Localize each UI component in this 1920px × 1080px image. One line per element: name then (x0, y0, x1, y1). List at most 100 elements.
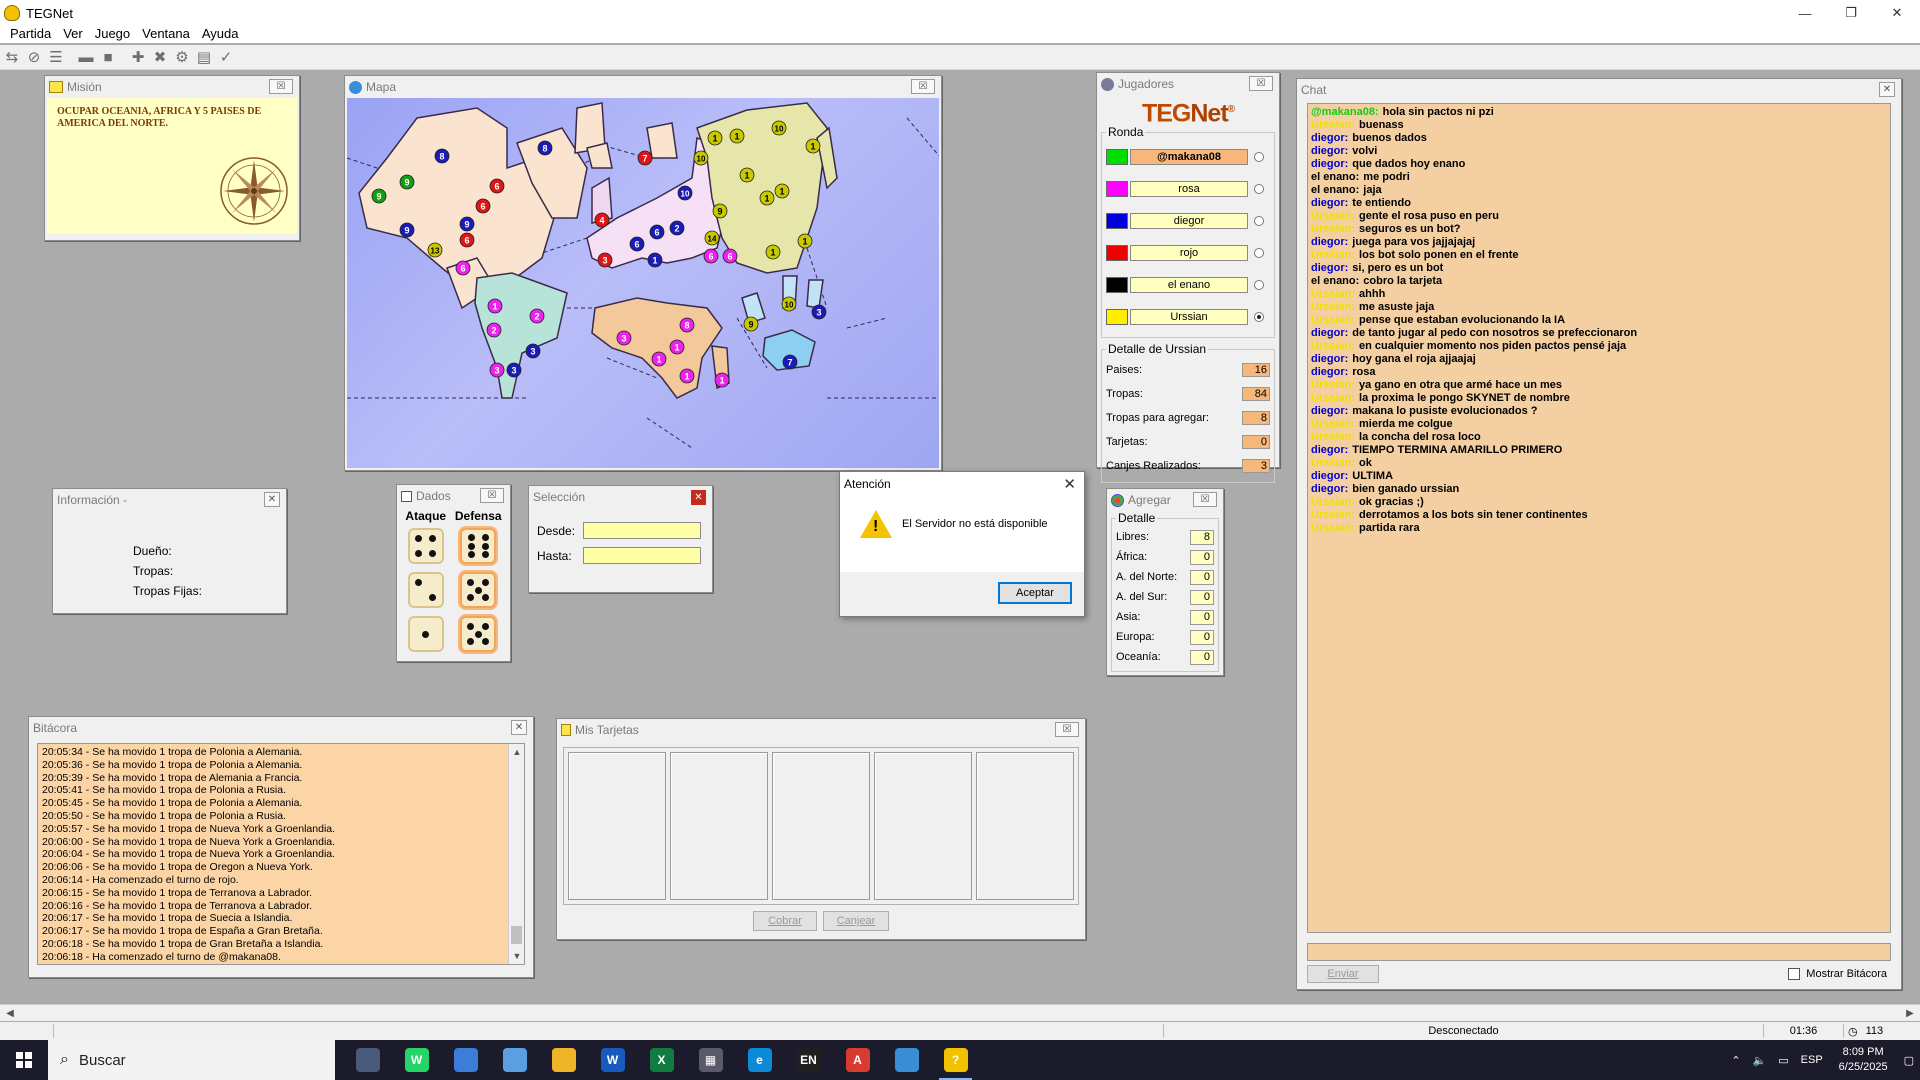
taskbar-app[interactable] (539, 1040, 588, 1080)
chat-input[interactable] (1307, 943, 1891, 961)
list-icon[interactable]: ☰ (46, 47, 66, 67)
dice-title-bar: Dados ☒ (397, 485, 510, 507)
panel2-icon[interactable]: ■ (98, 47, 118, 67)
players-window: Jugadores ☒ TEGNet® Ronda @makana08 rosa d… (1096, 72, 1280, 483)
to-field[interactable] (583, 547, 701, 564)
taskbar-search[interactable]: ⌕ Buscar (48, 1040, 335, 1080)
agregar-close-button[interactable]: ☒ (1193, 492, 1217, 507)
chat-text: buenass (1359, 119, 1404, 131)
army-count: 7 (787, 358, 792, 368)
card-slot-1[interactable] (568, 752, 666, 900)
card-slot-4[interactable] (874, 752, 972, 900)
from-field[interactable] (583, 522, 701, 539)
cards-close-button[interactable]: ☒ (1055, 722, 1079, 737)
player-radio[interactable] (1254, 280, 1264, 290)
start-button[interactable] (0, 1040, 48, 1080)
menu-ventana[interactable]: Ventana (136, 26, 196, 41)
chat-message: Urssian: gente el rosa puso en peru (1311, 210, 1887, 223)
player-radio[interactable] (1254, 248, 1264, 258)
dialog-close-button[interactable]: ✕ (1063, 475, 1076, 493)
main-horizontal-scrollbar[interactable]: ◀ ▶ (0, 1004, 1920, 1021)
chat-text: makana lo pusiste evolucionados ? (1352, 405, 1538, 417)
map-close-button[interactable]: ☒ (911, 79, 935, 94)
scroll-left[interactable]: ◀ (2, 1005, 18, 1022)
army-count: 6 (494, 182, 499, 192)
scroll-right[interactable]: ▶ (1902, 1005, 1918, 1022)
player-radio[interactable] (1254, 216, 1264, 226)
taskbar-app[interactable]: X (637, 1040, 686, 1080)
check-icon[interactable]: ✓ (216, 47, 236, 67)
attack-column: Ataque (405, 509, 446, 657)
cobrar-button[interactable]: Cobrar (753, 911, 817, 931)
card-slot-3[interactable] (772, 752, 870, 900)
log-line: 20:06:15 - Se ha movido 1 tropa de Terra… (42, 886, 313, 899)
world-map[interactable]: 8 8 6 7 9 9 6 6 9 9 13 6 4 3 10 6 6 2 1 6 6 14 1 1 10 10 1 1 1 9 1 1 1 1 2… (347, 98, 939, 468)
log-scrollbar[interactable]: ▲ ▼ (508, 744, 524, 964)
info-close-button[interactable]: ✕ (264, 492, 280, 507)
show-log-toggle[interactable]: Mostrar Bitácora (1788, 968, 1887, 980)
log-scroll-thumb[interactable] (511, 926, 522, 944)
taskbar-app[interactable]: e (735, 1040, 784, 1080)
menu-ayuda[interactable]: Ayuda (196, 26, 245, 41)
selection-close-button[interactable]: ✕ (691, 490, 706, 505)
taskbar-app[interactable] (441, 1040, 490, 1080)
cards-title-bar: Mis Tarjetas ☒ (557, 719, 1085, 741)
cancel-icon[interactable]: ✖ (150, 47, 170, 67)
taskbar-app[interactable]: A (833, 1040, 882, 1080)
chat-author: diegor: (1311, 197, 1349, 209)
clock[interactable]: 8:09 PM 6/25/2025 (1839, 1045, 1888, 1075)
disconnect-icon[interactable]: ⊘ (24, 47, 44, 67)
chat-author: diegor: (1311, 132, 1349, 144)
taskbar-app[interactable]: ▦ (686, 1040, 735, 1080)
notifications-icon[interactable]: ▢ (1904, 1054, 1914, 1067)
taskbar-app[interactable] (490, 1040, 539, 1080)
taskbar-app[interactable] (343, 1040, 392, 1080)
card-slot-2[interactable] (670, 752, 768, 900)
add-icon[interactable]: ✚ (128, 47, 148, 67)
taskbar-app[interactable]: W (588, 1040, 637, 1080)
menu-juego[interactable]: Juego (89, 26, 136, 41)
player-radio[interactable] (1254, 312, 1264, 322)
taskbar-app[interactable] (882, 1040, 931, 1080)
menu-ver[interactable]: Ver (57, 26, 89, 41)
language-indicator[interactable]: ESP (1801, 1054, 1823, 1066)
card-slot-5[interactable] (976, 752, 1074, 900)
taskbar-app[interactable]: W (392, 1040, 441, 1080)
connect-icon[interactable]: ⇆ (2, 47, 22, 67)
menu-partida[interactable]: Partida (4, 26, 57, 41)
chat-author: diegor: (1311, 262, 1349, 274)
taskbar-app[interactable]: ? (931, 1040, 980, 1080)
taskbar-app[interactable]: EN (784, 1040, 833, 1080)
mission-close-button[interactable]: ☒ (269, 79, 293, 94)
players-close-button[interactable]: ☒ (1249, 76, 1273, 91)
log-close-button[interactable]: ✕ (511, 720, 527, 735)
card-icon[interactable]: ▤ (194, 47, 214, 67)
player-radio[interactable] (1254, 152, 1264, 162)
player-name: rojo (1130, 245, 1248, 261)
chat-text: me podri (1363, 171, 1410, 183)
send-button[interactable]: Enviar (1307, 965, 1379, 983)
army-count: 2 (534, 312, 539, 322)
volume-icon[interactable]: 🔈 (1753, 1054, 1767, 1067)
panel1-icon[interactable]: ▬ (76, 47, 96, 67)
log-scroll-down[interactable]: ▼ (509, 948, 524, 964)
detail-value: 0 (1242, 435, 1270, 449)
chat-author: Urssian: (1311, 457, 1356, 469)
players-panel: TEGNet® Ronda @makana08 rosa diegor rojo el … (1097, 95, 1279, 483)
chat-author: Urssian: (1311, 418, 1356, 430)
accept-button[interactable]: Aceptar (998, 582, 1072, 604)
chat-author: Urssian: (1311, 509, 1356, 521)
gear-icon[interactable]: ⚙ (172, 47, 192, 67)
chat-author: Urssian: (1311, 431, 1356, 443)
canjear-button[interactable]: Canjear (823, 911, 889, 931)
tray-chevron-icon[interactable]: ⌃ (1731, 1054, 1740, 1067)
chat-close-button[interactable]: ✕ (1879, 82, 1895, 97)
detail-value: 8 (1242, 411, 1270, 425)
dice-icon (401, 490, 412, 502)
log-scroll-up[interactable]: ▲ (509, 744, 524, 760)
chat-message: diegor: bien ganado urssian (1311, 483, 1887, 496)
player-radio[interactable] (1254, 184, 1264, 194)
dice-close-button[interactable]: ☒ (480, 488, 504, 503)
show-log-checkbox[interactable] (1788, 968, 1801, 980)
network-icon[interactable]: ▭ (1778, 1054, 1788, 1067)
